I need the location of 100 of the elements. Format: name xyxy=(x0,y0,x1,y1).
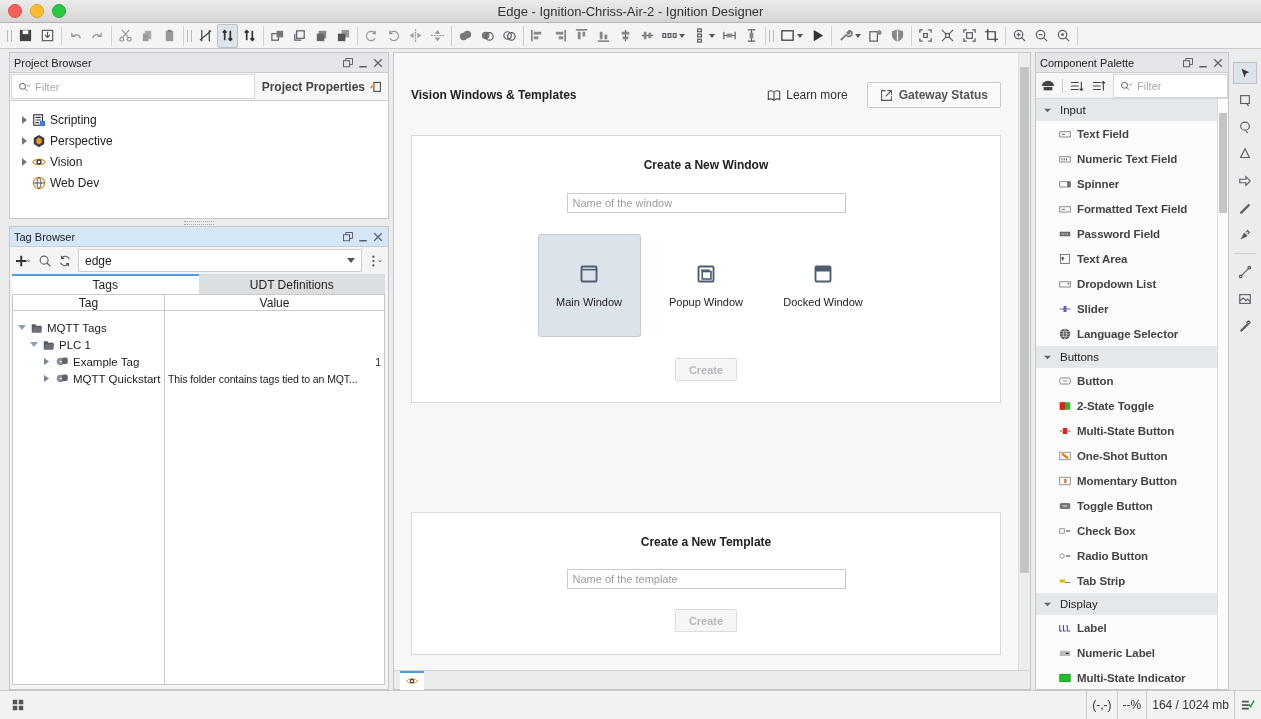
collapsed-arrow-icon[interactable] xyxy=(21,136,27,145)
template-name-input[interactable]: Name of the template xyxy=(572,573,840,585)
palette-item[interactable]: Multi-State Button xyxy=(1077,424,1175,437)
window-name-input[interactable]: Name of the window xyxy=(572,197,840,209)
collapsed-arrow-icon[interactable] xyxy=(42,375,50,382)
pencil-icon xyxy=(1238,201,1252,215)
expanded-arrow-icon[interactable] xyxy=(18,324,26,331)
folder-icon xyxy=(30,321,44,334)
overlapping-squares-icon xyxy=(314,28,329,43)
palette-item[interactable]: Numeric Text Field xyxy=(1077,152,1178,165)
column-header[interactable]: Value xyxy=(165,295,384,310)
tag-provider-field[interactable]: edge xyxy=(78,249,362,272)
tag-name[interactable]: Example Tag xyxy=(73,355,140,368)
collapsed-arrow-icon[interactable] xyxy=(21,115,27,124)
close-window-button[interactable] xyxy=(8,4,22,18)
palette-item[interactable]: Tab Strip xyxy=(1077,574,1126,587)
collapsed-arrow-icon[interactable] xyxy=(42,358,50,365)
eye-icon xyxy=(405,675,419,687)
palette-item[interactable]: Numeric Label xyxy=(1077,646,1155,659)
umbrella-icon[interactable] xyxy=(1040,78,1056,93)
palette-item[interactable]: One-Shot Button xyxy=(1077,449,1168,462)
palette-item[interactable]: Dropdown List xyxy=(1077,277,1157,290)
popup-window-icon xyxy=(696,263,716,284)
filter-field[interactable]: Filter xyxy=(1113,73,1228,98)
polygon-icon xyxy=(1238,147,1252,161)
palette-category[interactable]: Buttons xyxy=(1060,351,1099,363)
grid-icon[interactable] xyxy=(12,699,24,711)
palette-item[interactable]: Check Box xyxy=(1077,524,1136,537)
expanded-arrow-icon[interactable] xyxy=(1044,353,1051,361)
vertical-scrollbar[interactable] xyxy=(1018,53,1030,670)
script-document-icon xyxy=(32,112,46,127)
palette-item[interactable]: Slider xyxy=(1077,302,1109,315)
expanded-arrow-icon[interactable] xyxy=(1044,106,1051,114)
tag-provider-input[interactable]: edge xyxy=(85,253,343,268)
refresh-icon[interactable] xyxy=(58,253,72,268)
drawing-tool-button[interactable] xyxy=(1233,62,1257,84)
tag-name[interactable]: MQTT Tags xyxy=(47,321,107,334)
expanded-arrow-icon[interactable] xyxy=(30,341,38,348)
filter-input[interactable]: Filter xyxy=(35,80,250,93)
column-header[interactable]: Tag xyxy=(13,295,165,310)
caret-icon xyxy=(709,33,715,38)
memory-usage: 164 / 1024 mb xyxy=(1152,698,1229,712)
gateway-status-button[interactable]: Gateway Status xyxy=(866,82,1001,108)
palette-category[interactable]: Display xyxy=(1060,598,1098,610)
crossed-arrows-icon xyxy=(198,28,213,43)
section-title: Vision Windows & Templates xyxy=(411,88,578,102)
add-icon[interactable] xyxy=(14,253,32,268)
text-area-icon xyxy=(1058,252,1072,265)
toolbar-button[interactable] xyxy=(217,23,238,48)
shrink-icon xyxy=(940,28,955,43)
panel-title: Component Palette xyxy=(1040,56,1135,69)
tree-item[interactable]: Scripting xyxy=(50,112,97,127)
search-icon[interactable] xyxy=(38,253,52,268)
palette-item[interactable]: Momentary Button xyxy=(1077,474,1177,487)
vertical-scrollbar[interactable] xyxy=(1217,99,1228,689)
restore-icon[interactable] xyxy=(1182,56,1194,69)
palette-item[interactable]: Label xyxy=(1077,621,1107,634)
palette-category[interactable]: Input xyxy=(1060,104,1086,116)
tree-item[interactable]: Perspective xyxy=(50,133,113,148)
folder-icon xyxy=(42,338,56,351)
palette-item[interactable]: Password Field xyxy=(1077,227,1160,240)
window-name-field[interactable]: Name of the window xyxy=(566,193,846,213)
palette-item[interactable]: Text Area xyxy=(1077,252,1128,265)
restore-icon[interactable] xyxy=(342,56,354,69)
expanded-arrow-icon[interactable] xyxy=(1044,600,1051,608)
palette-item[interactable]: Multi-State Indicator xyxy=(1077,671,1186,684)
palette-item[interactable]: Text Field xyxy=(1077,127,1129,140)
image-icon xyxy=(1238,292,1252,306)
template-name-field[interactable]: Name of the template xyxy=(566,569,846,589)
learn-more-link[interactable]: Learn more xyxy=(767,88,848,102)
panel-title: Tag Browser xyxy=(14,230,76,243)
collapsed-arrow-icon[interactable] xyxy=(21,157,27,166)
filter-input[interactable]: Filter xyxy=(1137,79,1223,92)
palette-item[interactable]: Spinner xyxy=(1077,177,1120,190)
close-icon[interactable] xyxy=(372,56,384,69)
status-check-icon[interactable] xyxy=(1240,698,1256,712)
palette-item[interactable]: Formatted Text Field xyxy=(1077,202,1188,215)
close-icon[interactable] xyxy=(1212,56,1224,69)
filter-field[interactable]: Filter xyxy=(11,74,255,99)
restore-icon[interactable] xyxy=(342,230,354,243)
palette-item[interactable]: Language Selector xyxy=(1077,327,1179,340)
tag-name[interactable]: MQTT Quickstart xyxy=(73,372,161,385)
window-type-option[interactable]: Docked Window xyxy=(771,234,875,337)
palette-item[interactable]: 2-State Toggle xyxy=(1077,399,1154,412)
sort-ascending-icon[interactable] xyxy=(1091,78,1107,93)
rotate-counterclockwise-icon xyxy=(386,28,401,43)
tree-item[interactable]: Vision xyxy=(50,154,83,169)
close-icon[interactable] xyxy=(372,230,384,243)
tree-item[interactable]: Web Dev xyxy=(50,175,100,190)
tab[interactable]: UDT Definitions xyxy=(198,274,385,294)
window-icon xyxy=(780,28,795,43)
tag-name[interactable]: PLC 1 xyxy=(59,338,91,351)
palette-item[interactable]: Radio Button xyxy=(1077,549,1148,562)
palette-item[interactable]: Toggle Button xyxy=(1077,499,1153,512)
palette-item[interactable]: Button xyxy=(1077,374,1114,387)
project-properties-button[interactable]: Project Properties xyxy=(255,73,388,100)
window-type-option[interactable]: Main Window xyxy=(537,234,641,337)
tab[interactable]: Tags xyxy=(12,274,199,294)
window-type-option[interactable]: Popup Window xyxy=(654,234,758,337)
vision-tab[interactable] xyxy=(400,670,424,690)
